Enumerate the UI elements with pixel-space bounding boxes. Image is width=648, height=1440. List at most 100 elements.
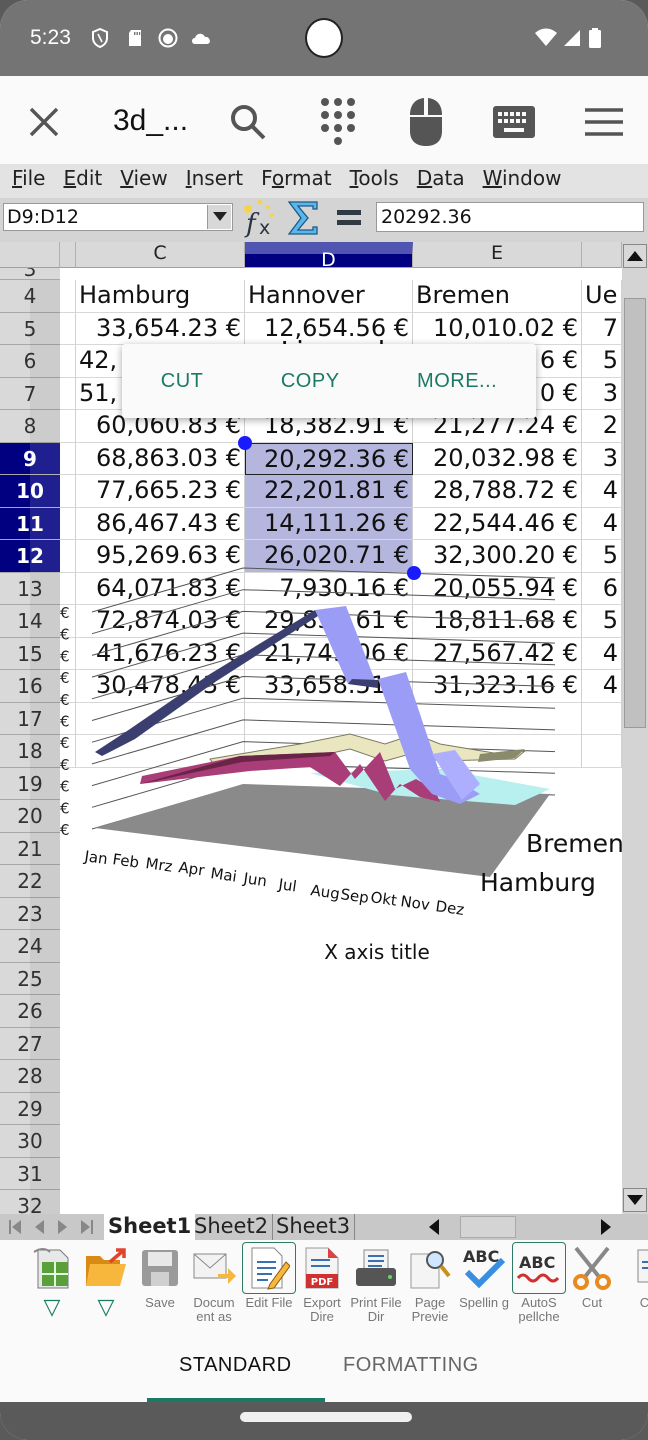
cell[interactable]: 33,654.23 € (76, 312, 245, 345)
menu-tools[interactable]: Tools (350, 164, 399, 198)
prev-icon (35, 1220, 44, 1234)
cell[interactable]: 10,010.02 € (413, 312, 582, 345)
sheet-tab-sheet2[interactable]: Sheet2 (190, 1214, 274, 1240)
mouse-button[interactable] (398, 94, 454, 150)
cell[interactable]: 22,201.81 € (245, 475, 413, 508)
selection-handle-start[interactable] (238, 436, 252, 450)
dialpad-icon (321, 98, 355, 145)
cell[interactable]: Ue (582, 280, 622, 313)
row-header-shade (30, 897, 60, 930)
arrow-down-icon (627, 1195, 643, 1205)
menu-format[interactable]: Format (261, 164, 332, 198)
toolbar-cut-button[interactable]: Cut (564, 1242, 620, 1330)
menu-edit[interactable]: Edit (63, 164, 102, 198)
function-wizard-icon[interactable]: f x (240, 198, 280, 238)
toolbar-print-button[interactable]: Print File Dir (348, 1242, 404, 1330)
cell[interactable]: 5 (582, 345, 622, 378)
close-button[interactable] (16, 94, 72, 150)
select-all-corner[interactable] (0, 242, 60, 268)
column-header-c[interactable]: C (76, 242, 245, 268)
menu-data[interactable]: Data (417, 164, 465, 198)
tab-formatting[interactable]: FORMATTING (343, 1354, 479, 1377)
menu-view[interactable]: View (120, 164, 167, 198)
cell[interactable]: 20,032.98 € (413, 442, 582, 475)
menu-window[interactable]: Window (483, 164, 562, 198)
toolbar-open-folder-button[interactable]: ▽ (78, 1242, 134, 1330)
cell[interactable]: Hamburg (76, 280, 245, 313)
cell[interactable]: 77,665.23 € (76, 475, 245, 508)
cell[interactable] (60, 280, 76, 313)
scroll-up-button[interactable] (623, 244, 647, 268)
dropdown-arrow-icon[interactable]: ▽ (78, 1296, 134, 1318)
home-gesture-pill[interactable] (240, 1412, 412, 1422)
cell[interactable] (60, 410, 76, 443)
column-header-e[interactable]: E (413, 242, 582, 268)
row-header-shade (30, 832, 60, 865)
cell[interactable] (60, 345, 76, 378)
cell[interactable] (60, 475, 76, 508)
more-button[interactable]: MORE... (417, 370, 497, 393)
toolbar-copy-button[interactable]: Co (620, 1242, 648, 1330)
cell[interactable]: 3 (582, 442, 622, 475)
toolbar-autospellcheck-button[interactable]: ABC AutoS pellche (511, 1242, 567, 1330)
sheet-tab-sheet3[interactable]: Sheet3 (272, 1214, 356, 1240)
cell[interactable]: 7 (582, 312, 622, 345)
column-header-d[interactable]: D (245, 242, 413, 270)
scroll-right-icon[interactable] (600, 1219, 612, 1235)
x-tick-label: Aug (309, 881, 341, 903)
cell[interactable]: 2 (582, 410, 622, 443)
dropdown-arrow-icon[interactable]: ▽ (24, 1296, 80, 1318)
cell[interactable] (60, 377, 76, 410)
scroll-left-icon[interactable] (428, 1219, 440, 1235)
cell[interactable]: 20,292.36 € (245, 442, 413, 475)
prev-sheet-button[interactable] (28, 1216, 50, 1238)
cell[interactable] (60, 442, 76, 475)
scroll-down-button[interactable] (623, 1188, 647, 1212)
gridline (91, 567, 556, 613)
y-tick-label: € (60, 778, 70, 796)
first-sheet-button[interactable] (4, 1216, 26, 1238)
tab-standard[interactable]: STANDARD (179, 1354, 292, 1377)
dialpad-button[interactable] (310, 94, 366, 150)
vertical-scroll-thumb[interactable] (624, 298, 646, 728)
toolbar-email-document-button[interactable]: Docum ent as (186, 1242, 242, 1330)
menu-button[interactable] (576, 94, 632, 150)
sheet-tab-sheet1[interactable]: Sheet1 (104, 1214, 196, 1240)
equals-icon[interactable] (336, 208, 362, 228)
name-box-dropdown[interactable] (207, 205, 231, 229)
horizontal-scrollbar[interactable] (424, 1216, 622, 1238)
last-sheet-button[interactable] (76, 1216, 98, 1238)
column-header-b[interactable] (60, 242, 76, 268)
name-box[interactable]: D9:D12 (3, 203, 233, 231)
cell[interactable]: 68,863.03 € (76, 442, 245, 475)
toolbar-page-preview-button[interactable]: Page Previe (402, 1242, 458, 1330)
keyboard-button[interactable] (486, 94, 542, 150)
column-header-f[interactable] (582, 242, 622, 268)
cell[interactable]: Bremen (413, 280, 582, 313)
chart-object[interactable]: Lines_deep€€€€€€€€€€€JanFebMrzAprMaiJunJ… (60, 335, 624, 973)
row-header[interactable]: 3 (0, 268, 60, 280)
search-button[interactable] (220, 94, 276, 150)
formula-input[interactable]: 20292.36 (376, 202, 644, 232)
sum-icon[interactable] (286, 200, 320, 236)
toolbar-save-button[interactable]: Save (132, 1242, 188, 1330)
row-header-shade (30, 605, 60, 638)
toolbar-export-pdf-button[interactable]: PDF Export Dire (294, 1242, 350, 1330)
menu-insert[interactable]: Insert (186, 164, 243, 198)
cell[interactable]: Hannover (245, 280, 413, 313)
cut-button[interactable]: CUT (161, 370, 204, 393)
toolbar-spelling-button[interactable]: ABC Spellin g (456, 1242, 512, 1330)
cell[interactable] (60, 312, 76, 345)
row-header-shade (30, 507, 60, 540)
selection-handle-end[interactable] (407, 566, 421, 580)
cell[interactable]: 4 (582, 475, 622, 508)
cell[interactable]: 3 (582, 377, 622, 410)
horizontal-scroll-thumb[interactable] (460, 1216, 516, 1238)
menu-file[interactable]: File (12, 164, 45, 198)
toolbar-edit-file-button[interactable]: Edit File (241, 1242, 297, 1330)
next-sheet-button[interactable] (52, 1216, 74, 1238)
toolbar-new-spreadsheet-button[interactable]: ▽ (24, 1242, 80, 1330)
copy-button[interactable]: COPY (281, 370, 340, 393)
vertical-scrollbar[interactable] (622, 242, 648, 1214)
cell[interactable]: 28,788.72 € (413, 475, 582, 508)
